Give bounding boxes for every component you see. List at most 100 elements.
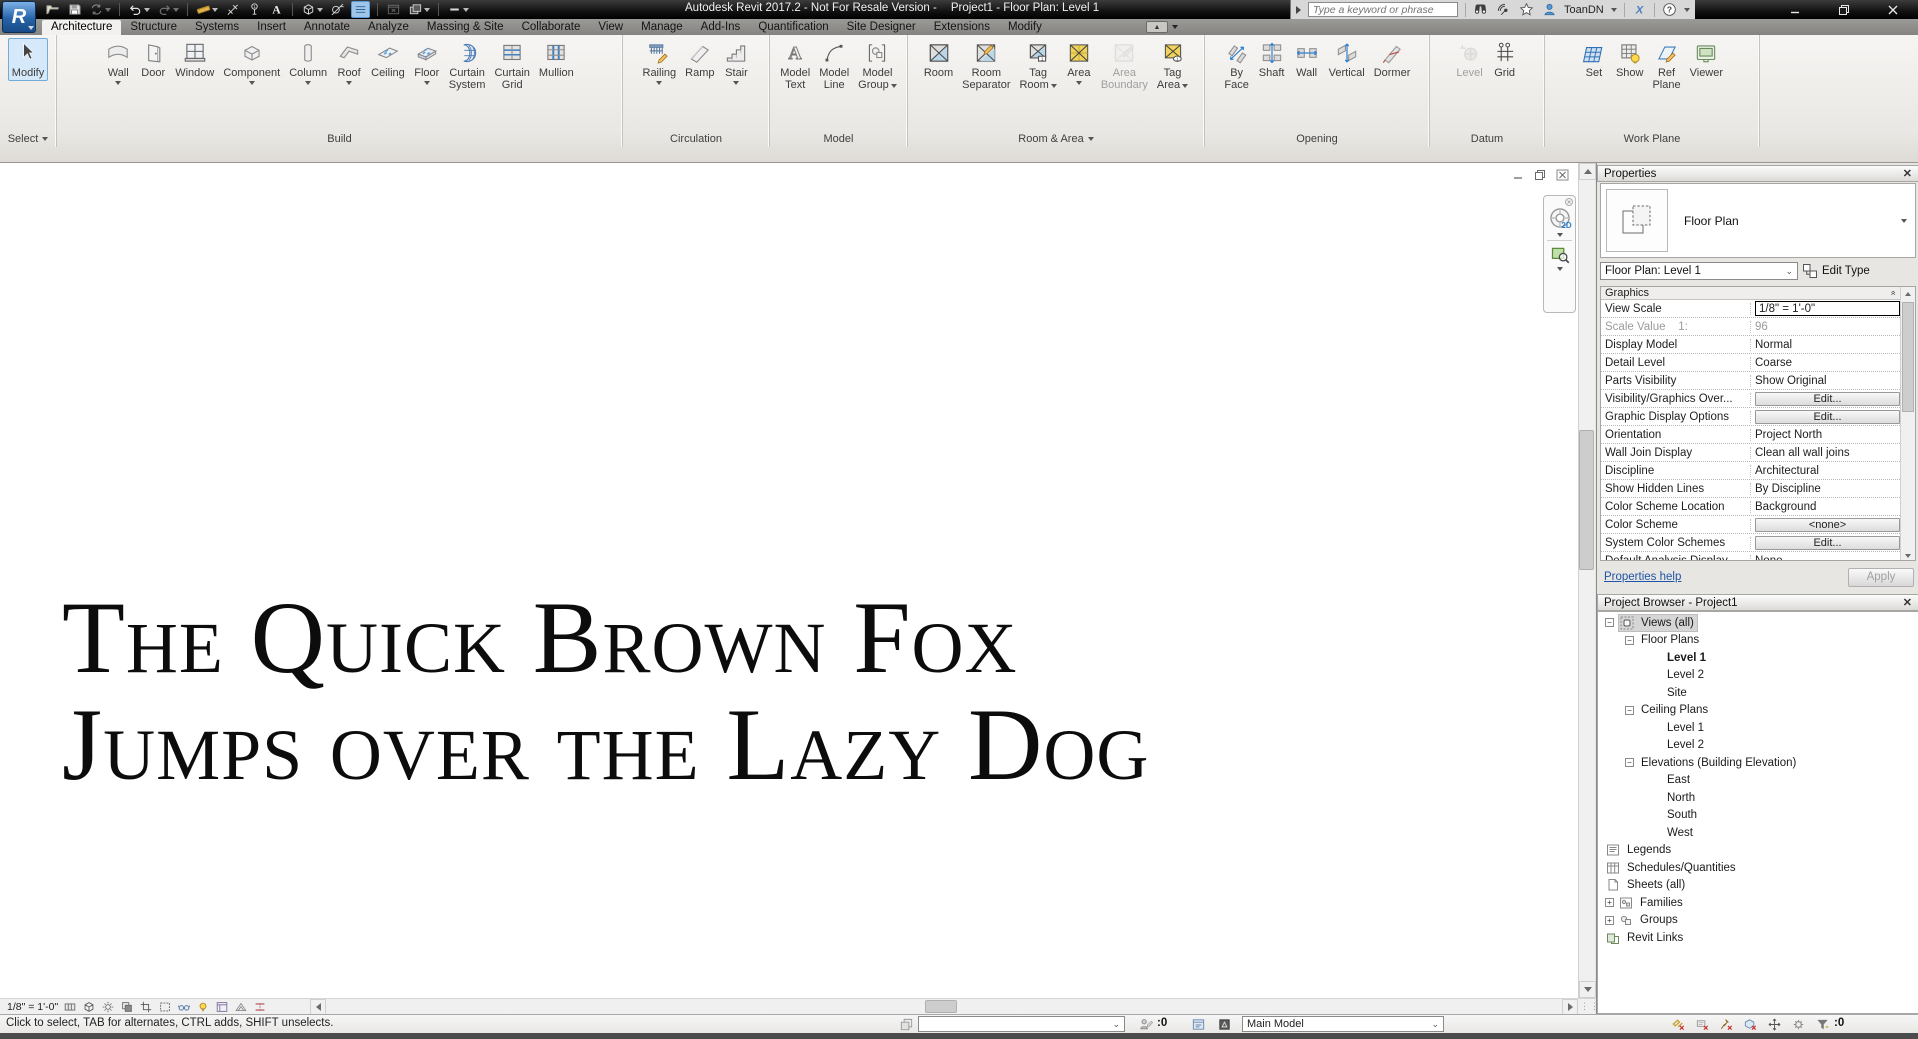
property-value[interactable]: Coarse (1751, 357, 1902, 369)
thin-lines-icon[interactable] (351, 1, 370, 18)
tree-item-groups[interactable]: + Groups (1598, 912, 1918, 930)
temporary-hide-isolate-icon[interactable] (174, 1000, 193, 1015)
tab-massing-site[interactable]: Massing & Site (418, 20, 513, 35)
undo-icon[interactable] (127, 1, 151, 18)
application-menu-button[interactable]: R (2, 1, 36, 33)
modify-button[interactable]: Modify (7, 38, 49, 81)
tab-annotate[interactable]: Annotate (295, 20, 359, 35)
ref-plane-button[interactable]: Ref Plane (1648, 38, 1684, 93)
tree-item-legends[interactable]: Legends (1598, 842, 1918, 860)
tree-item-elevations-building-elevation-[interactable]: − Elevations (Building Elevation) (1598, 754, 1918, 772)
collapse-icon[interactable]: − (1605, 618, 1614, 628)
grid-button[interactable]: Grid (1488, 38, 1522, 81)
chevron-down-icon[interactable] (1683, 7, 1690, 12)
set-button[interactable]: Set (1577, 38, 1611, 81)
tree-item-floor-plans[interactable]: − Floor Plans (1598, 632, 1918, 650)
vertical-scrollbar[interactable] (1578, 163, 1596, 998)
select-pinned-icon[interactable] (1718, 1016, 1735, 1032)
graphics-section-header[interactable]: Graphics » (1601, 287, 1915, 300)
view-selector-dropdown[interactable]: Floor Plan: Level 1 ⌄ (1600, 262, 1798, 280)
close-icon[interactable] (1887, 4, 1899, 16)
tree-item-level-1[interactable]: Level 1 (1598, 649, 1918, 667)
model-group-button[interactable]: Model Group (854, 38, 901, 93)
ribbon-display-options-icon[interactable] (1172, 25, 1178, 29)
view-restore-icon[interactable] (1534, 169, 1547, 181)
project-browser-header[interactable]: Project Browser - Project1 ✕ (1597, 594, 1918, 611)
vertical-scroll-thumb[interactable] (1579, 430, 1594, 570)
property-value[interactable]: Clean all wall joins (1751, 447, 1902, 459)
property-button[interactable]: Edit... (1755, 535, 1900, 550)
scroll-up-icon[interactable] (1901, 287, 1915, 300)
binoculars-icon[interactable] (1473, 2, 1488, 17)
area-button[interactable]: Area (1062, 38, 1096, 87)
open-icon[interactable] (44, 1, 61, 18)
properties-help-link[interactable]: Properties help (1600, 571, 1681, 583)
chevron-down-icon[interactable] (1556, 267, 1563, 271)
collapse-icon[interactable]: − (1625, 758, 1634, 768)
editable-only-icon[interactable] (1138, 1016, 1155, 1032)
tab-collaborate[interactable]: Collaborate (513, 20, 590, 35)
measure-icon[interactable] (195, 1, 219, 18)
tab-architecture[interactable]: Architecture (42, 20, 122, 35)
save-icon[interactable] (66, 1, 83, 18)
tree-item-east[interactable]: East (1598, 772, 1918, 790)
communication-center-icon[interactable] (1496, 2, 1511, 17)
property-value[interactable]: None (1751, 555, 1902, 561)
mullion-button[interactable]: Mullion (535, 38, 578, 81)
active-workset-dropdown[interactable]: ⌄ (918, 1016, 1125, 1032)
design-options-dialog-icon[interactable] (1190, 1016, 1207, 1032)
roof-button[interactable]: Roof (332, 38, 366, 87)
stair-button[interactable]: Stair (719, 38, 753, 87)
restore-icon[interactable] (1838, 4, 1850, 16)
background-processes-icon[interactable] (1790, 1016, 1807, 1032)
design-options-dropdown[interactable]: Main Model ⌄ (1242, 1016, 1444, 1032)
component-button[interactable]: Component (219, 38, 284, 87)
synchronize-icon[interactable] (88, 1, 112, 18)
panel-label-select[interactable]: Select (0, 131, 56, 147)
tag-by-category-icon[interactable]: 1 (246, 1, 263, 18)
favorites-icon[interactable] (1519, 2, 1534, 17)
switch-windows-icon[interactable] (407, 1, 431, 18)
tag-area-button[interactable]: 1 Tag Area (1153, 38, 1192, 93)
collapse-section-icon[interactable]: » (1887, 290, 1897, 295)
ceiling-button[interactable]: Ceiling (367, 38, 409, 81)
drawing-canvas[interactable]: The Quick Brown Fox Jumps over the Lazy … (0, 163, 1578, 998)
chevron-down-icon[interactable] (1556, 233, 1563, 237)
properties-panel-header[interactable]: Properties ✕ (1597, 165, 1918, 182)
tab-quantification[interactable]: Quantification (749, 20, 837, 35)
tag-room-button[interactable]: 1 Tag Room (1015, 38, 1060, 93)
select-links-icon[interactable] (1670, 1016, 1687, 1032)
customize-quick-access-icon[interactable] (446, 1, 470, 18)
room-button[interactable]: Room (920, 38, 957, 81)
show-crop-icon[interactable] (155, 1000, 174, 1015)
default-3d-view-icon[interactable] (300, 1, 324, 18)
sign-in-icon[interactable] (1542, 2, 1557, 17)
reveal-constraints-icon[interactable] (250, 1000, 269, 1015)
view-close-icon[interactable] (1556, 169, 1569, 181)
signed-in-username[interactable]: ToanDN (1564, 4, 1604, 16)
wall-button[interactable]: Wall (101, 38, 135, 87)
exchange-apps-icon[interactable]: X (1632, 2, 1647, 17)
tree-item-sheets-all-[interactable]: Sheets (all) (1598, 877, 1918, 895)
tree-item-level-2[interactable]: Level 2 (1598, 737, 1918, 755)
curtain-system-button[interactable]: Curtain System (445, 38, 490, 93)
window-button[interactable]: Window (171, 38, 218, 81)
tree-item-ceiling-plans[interactable]: − Ceiling Plans (1598, 702, 1918, 720)
model-text-button[interactable]: A Model Text (776, 38, 814, 93)
scroll-thumb[interactable] (1902, 302, 1914, 412)
wall-opening-button[interactable]: Wall (1290, 38, 1324, 81)
door-button[interactable]: Door (136, 38, 170, 81)
panel-label-room-area[interactable]: Room & Area (908, 131, 1204, 147)
edit-type-button[interactable]: Edit Type (1822, 265, 1870, 277)
tree-item-west[interactable]: West (1598, 824, 1918, 842)
select-by-face-icon[interactable] (1742, 1016, 1759, 1032)
tree-item-site[interactable]: Site (1598, 684, 1918, 702)
property-value-editing[interactable]: 1/8" = 1'-0" (1755, 301, 1900, 316)
railing-button[interactable]: Railing (639, 38, 681, 87)
drag-on-selection-icon[interactable] (1766, 1016, 1783, 1032)
navbar-close-icon[interactable] (1565, 198, 1573, 206)
filter-icon[interactable] (1814, 1016, 1831, 1032)
shaft-button[interactable]: Shaft (1255, 38, 1289, 81)
tab-manage[interactable]: Manage (632, 20, 692, 35)
model-line-button[interactable]: Model Line (815, 38, 853, 93)
